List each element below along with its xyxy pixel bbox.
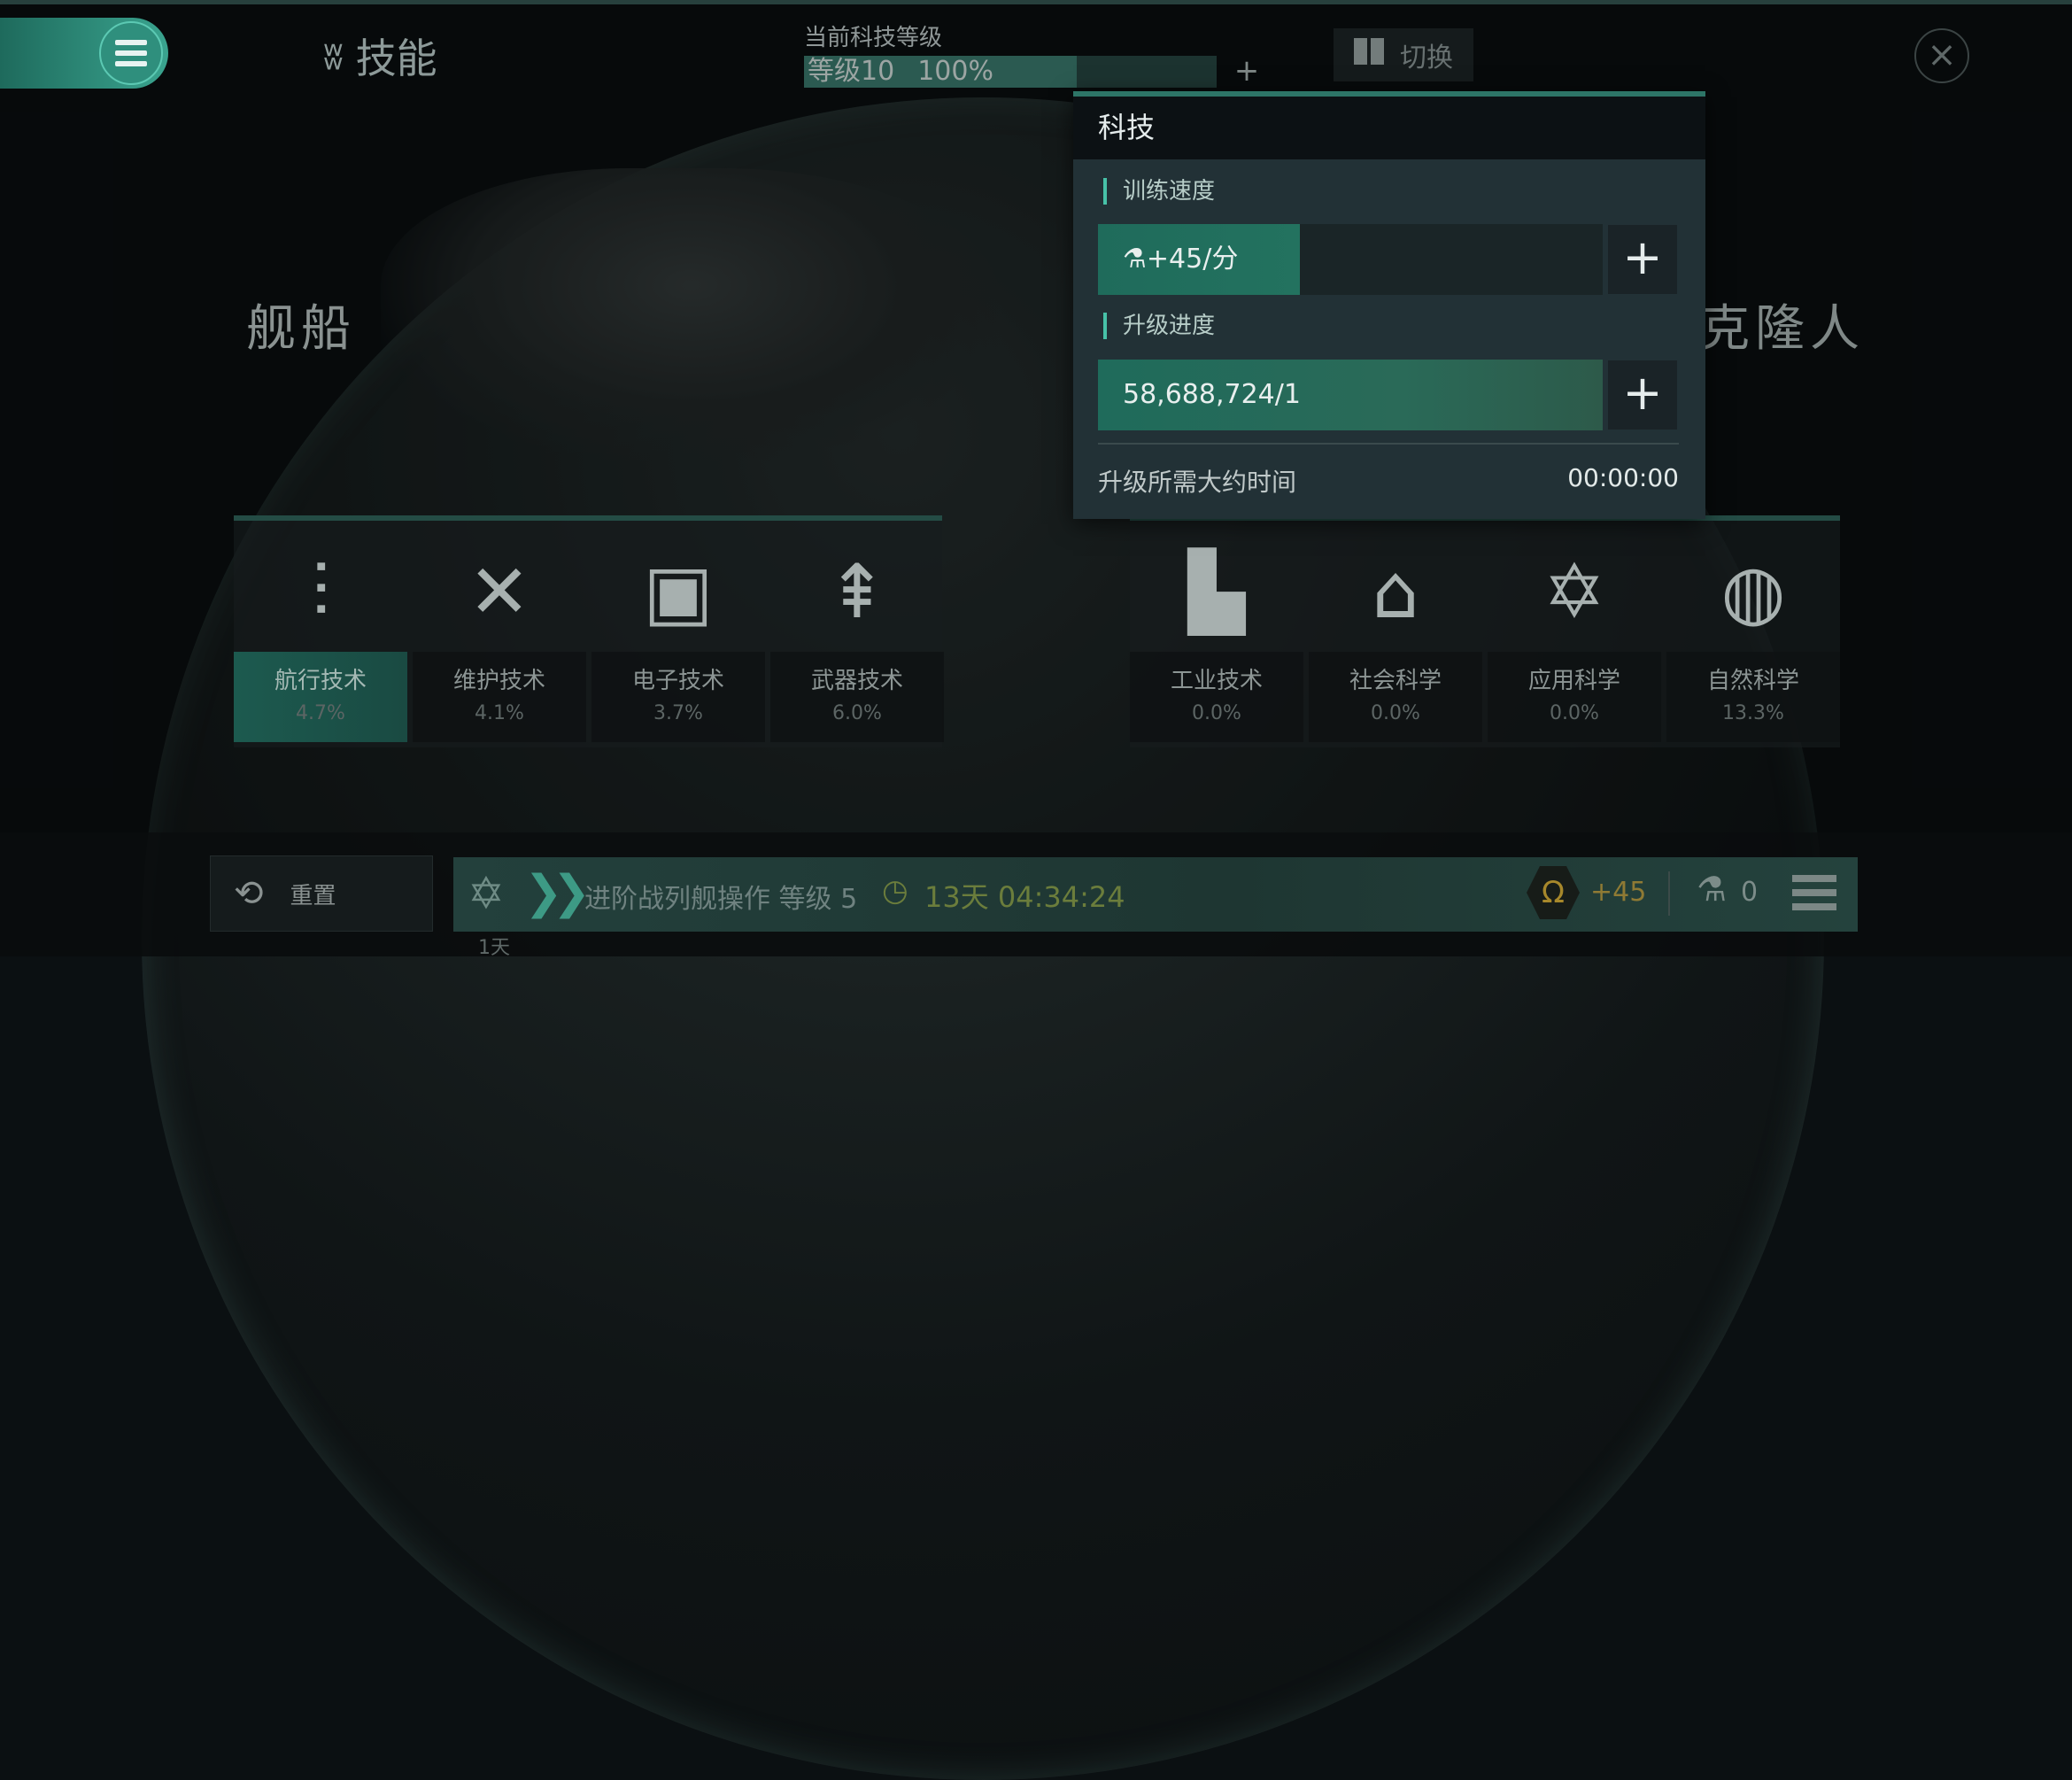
close-icon: × [1927, 35, 1957, 75]
factory-icon: ▙ [1187, 548, 1246, 635]
category-name: 航行技术 [274, 668, 367, 694]
omega-icon: Ω [1527, 866, 1580, 919]
clone-categories: ▙ 工业技术 0.0% ⌂ 社会科学 0.0% ✡ 应用科学 0.0% ◍ 自然科学 1… [1130, 515, 1840, 747]
page-title: ʬ 技能 [323, 27, 437, 85]
omega-value: +45 [1590, 877, 1647, 908]
upgrade-progress-bar: 58,688,724/1 [1098, 360, 1603, 430]
eta-value: 00:00:00 [1567, 463, 1679, 492]
category-name: 自然科学 [1706, 668, 1799, 694]
vial-icon: ⚗ [1123, 244, 1147, 275]
chevron-right-icon: ❯❯ [524, 866, 591, 919]
queue-list-icon[interactable] [1792, 875, 1836, 910]
tech-level-bar: 等级10 100% [804, 56, 1217, 88]
category-electronics[interactable]: ▣ 电子技术 3.7% [591, 521, 765, 742]
upgrade-progress-label: 升级进度 [1103, 313, 1215, 339]
popup-title: 科技 [1073, 97, 1705, 159]
atom-icon: ✡ [1542, 548, 1606, 635]
category-natural-science[interactable]: ◍ 自然科学 13.3% [1666, 521, 1840, 742]
reset-button[interactable]: ⟲ 重置 [210, 855, 433, 932]
category-percent: 4.7% [296, 702, 345, 724]
training-speed-plus-button[interactable]: + [1608, 225, 1677, 294]
switch-label: 切换 [1400, 43, 1453, 74]
upgrade-progress-plus-button[interactable]: + [1608, 360, 1677, 430]
category-percent: 4.1% [475, 702, 524, 724]
top-accent-line [0, 0, 2072, 4]
category-social-science[interactable]: ⌂ 社会科学 0.0% [1309, 521, 1482, 742]
category-percent: 0.0% [1192, 702, 1241, 724]
section-title-ships: 舰船 [246, 300, 356, 358]
person-badge-icon: ⌂ [1372, 548, 1419, 635]
tech-level-percent: 100% [917, 56, 993, 87]
category-applied-science[interactable]: ✡ 应用科学 0.0% [1488, 521, 1661, 742]
category-name: 武器技术 [810, 668, 903, 694]
queue-separator [1668, 871, 1670, 916]
queue-skill-name: 进阶战列舰操作 等级 5 [584, 884, 858, 915]
training-queue-bar[interactable]: ✡ ❯❯ 进阶战列舰操作 等级 5 ◷ 13天 04:34:24 Ω +45 ⚗… [453, 857, 1858, 932]
training-speed-value: +45/分 [1146, 244, 1239, 275]
section-title-clones: 克隆人 [1700, 300, 1865, 358]
category-percent: 6.0% [832, 702, 882, 724]
category-industry[interactable]: ▙ 工业技术 0.0% [1130, 521, 1303, 742]
category-name: 工业技术 [1170, 668, 1263, 694]
category-name: 社会科学 [1349, 668, 1442, 694]
switch-icon [1354, 38, 1388, 72]
clock-icon: ◷ [882, 873, 908, 909]
vial-value: 0 [1741, 877, 1759, 908]
hamburger-icon [99, 21, 163, 85]
category-weapons[interactable]: ⇞ 武器技术 6.0% [770, 521, 944, 742]
tech-level-value: 等级10 [808, 56, 895, 87]
category-navigation[interactable]: ⫶ 航行技术 4.7% [234, 521, 407, 742]
category-name: 应用科学 [1527, 668, 1620, 694]
upgrade-progress-value: 58,688,724/1 [1123, 379, 1301, 410]
tech-level-indicator: 当前科技等级 等级10 100% + [804, 19, 1259, 89]
main-menu-button[interactable] [0, 18, 168, 89]
ship-categories: ⫶ 航行技术 4.7% ✕ 维护技术 4.1% ▣ 电子技术 3.7% ⇞ 武器技术 6… [234, 515, 944, 747]
category-name: 电子技术 [631, 668, 724, 694]
reset-label: 重置 [290, 882, 336, 909]
queue-time: 13天 04:34:24 [924, 880, 1125, 914]
tech-popup: 科技 训练速度 ⚗+45/分 + 升级进度 58,688,724/1 + 升级所… [1073, 91, 1705, 519]
page-title-label: 技能 [355, 35, 437, 82]
category-name: 维护技术 [452, 668, 545, 694]
reset-vial-icon: ⟲ [234, 873, 264, 914]
planet-icon: ◍ [1720, 548, 1786, 635]
category-percent: 3.7% [653, 702, 703, 724]
wrench-screwdriver-icon: ✕ [468, 548, 531, 635]
vial-icon: ⚗ [1697, 870, 1728, 909]
category-percent: 0.0% [1371, 702, 1420, 724]
training-speed-bar: ⚗+45/分 [1098, 224, 1603, 295]
background-dim-overlay [0, 0, 2072, 956]
skill-atom-icon: ✡ [468, 868, 505, 919]
close-button[interactable]: × [1914, 28, 1969, 83]
ship-engine-icon: ⫶ [311, 548, 330, 635]
missile-icon: ⇞ [825, 548, 889, 635]
category-maintenance[interactable]: ✕ 维护技术 4.1% [413, 521, 586, 742]
chip-icon: ▣ [643, 548, 714, 635]
eta-label: 升级所需大约时间 [1098, 468, 1297, 497]
category-percent: 0.0% [1550, 702, 1599, 724]
tech-level-caption: 当前科技等级 [804, 25, 943, 51]
category-percent: 13.3% [1722, 702, 1784, 724]
training-speed-label: 训练速度 [1103, 178, 1215, 205]
queue-day-label: 1天 [478, 937, 510, 959]
switch-button[interactable]: 切换 [1334, 28, 1473, 81]
popup-divider [1098, 443, 1679, 445]
tech-level-plus-button[interactable]: + [1229, 53, 1264, 89]
dna-icon: ʬ [323, 33, 344, 79]
